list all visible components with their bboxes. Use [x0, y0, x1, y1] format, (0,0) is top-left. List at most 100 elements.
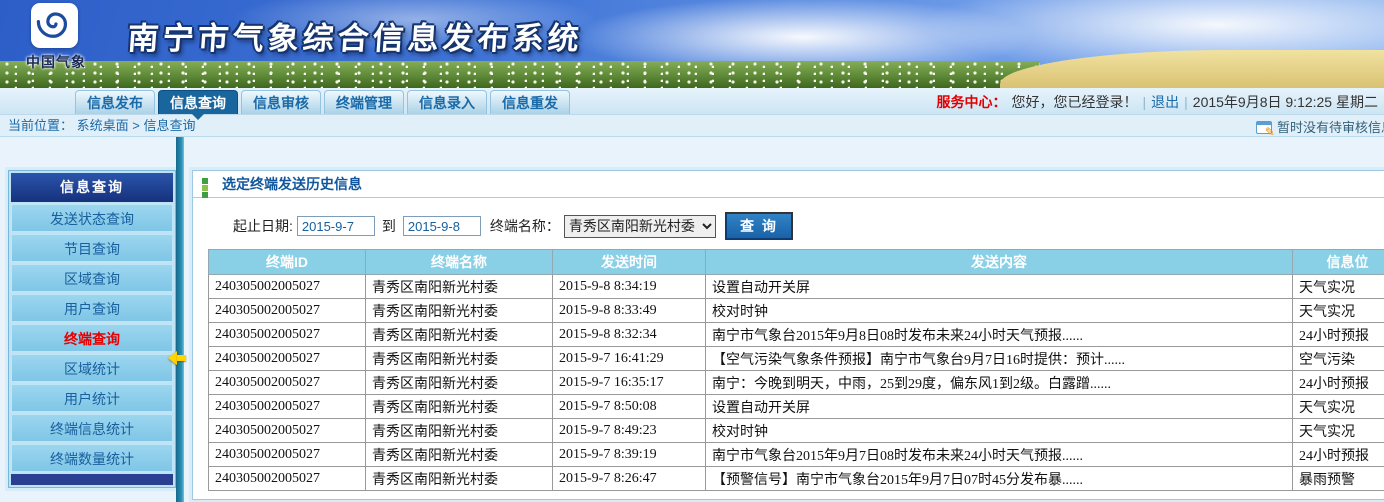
table-cell: 南宁市气象台2015年9月8日08时发布未来24小时天气预报......	[706, 323, 1293, 347]
table-cell: 2015-9-8 8:34:19	[553, 275, 706, 299]
arrow-stem	[177, 355, 186, 361]
query-button[interactable]: 查 询	[726, 213, 792, 239]
table-cell: 240305002005027	[209, 299, 366, 323]
table-cell: 2015-9-7 8:50:08	[553, 395, 706, 419]
query-form: 起止日期: 到 终端名称： 青秀区南阳新光村委 查 询	[233, 213, 1384, 239]
table-row: 240305002005027青秀区南阳新光村委2015-9-7 16:41:2…	[209, 347, 1384, 371]
table-cell: 青秀区南阳新光村委	[366, 299, 553, 323]
sidebar-footer	[11, 474, 173, 485]
table-cell: 240305002005027	[209, 323, 366, 347]
grass-decoration	[0, 61, 1040, 88]
terminal-select[interactable]: 青秀区南阳新光村委	[564, 215, 716, 238]
datetime-display: 2015年9月8日 9:12:25 星期二	[1193, 92, 1378, 112]
sidebar-item-send-status-query[interactable]: 发送状态查询	[11, 204, 173, 232]
sidebar-item-terminal-count-stats[interactable]: 终端数量统计	[11, 444, 173, 472]
table-cell: 天气实况	[1293, 299, 1384, 323]
table-cell: 南宁市气象台2015年9月7日08时发布未来24小时天气预报......	[706, 443, 1293, 467]
user-bar: 服务中心： 您好，您已经登录！ | 退出 | 2015年9月8日 9:12:25…	[937, 88, 1379, 115]
banner: 中国气象 南宁市气象综合信息发布系统	[0, 0, 1384, 88]
terminal-name-label: 终端名称：	[490, 216, 560, 236]
sidebar-item-region-query[interactable]: 区域查询	[11, 264, 173, 292]
table-cell: 天气实况	[1293, 275, 1384, 299]
table-cell: 2015-9-7 8:39:19	[553, 443, 706, 467]
grid-squares-icon	[202, 178, 215, 191]
history-table: 终端ID终端名称发送时间发送内容信息位 240305002005027青秀区南阳…	[208, 249, 1384, 491]
table-cell: 青秀区南阳新光村委	[366, 395, 553, 419]
table-cell: 南宁：今晚到明天，中雨，25到29度，偏东风1到2级。白露蹭......	[706, 371, 1293, 395]
nav-tab-info-publish[interactable]: 信息发布	[75, 90, 155, 114]
date-to-input[interactable]	[403, 216, 481, 236]
table-row: 240305002005027青秀区南阳新光村委2015-9-8 8:34:19…	[209, 275, 1384, 299]
table-cell: 240305002005027	[209, 443, 366, 467]
table-cell: 24小时预报	[1293, 323, 1384, 347]
nav-tab-info-resend[interactable]: 信息重发	[490, 90, 570, 114]
separator: |	[1184, 94, 1188, 110]
panel-title: 选定终端发送历史信息	[222, 174, 362, 194]
date-range-label: 起止日期:	[233, 216, 293, 236]
audit-notice-text: 暂时没有待审核信息	[1277, 117, 1384, 138]
table-cell: 2015-9-7 16:41:29	[553, 347, 706, 371]
table-cell: 校对时钟	[706, 299, 1293, 323]
sidebar-item-user-stats[interactable]: 用户统计	[11, 384, 173, 412]
table-cell: 【预警信号】南宁市气象台2015年9月7日07时45分发布暴......	[706, 467, 1293, 491]
tab-bar: 信息发布信息查询信息审核终端管理信息录入信息重发 服务中心： 您好，您已经登录！…	[0, 88, 1384, 115]
table-cell: 240305002005027	[209, 467, 366, 491]
table-cell: 青秀区南阳新光村委	[366, 347, 553, 371]
table-cell: 240305002005027	[209, 347, 366, 371]
sidebar-item-user-query[interactable]: 用户查询	[11, 294, 173, 322]
cma-spiral-icon	[36, 4, 74, 47]
nav-tab-info-entry[interactable]: 信息录入	[407, 90, 487, 114]
table-cell: 青秀区南阳新光村委	[366, 467, 553, 491]
col-header-1: 终端名称	[366, 250, 553, 275]
table-cell: 青秀区南阳新光村委	[366, 419, 553, 443]
table-cell: 空气污染	[1293, 347, 1384, 371]
table-cell: 天气实况	[1293, 419, 1384, 443]
sidebar-item-terminal-info-stats[interactable]: 终端信息统计	[11, 414, 173, 442]
nav-tab-info-query[interactable]: 信息查询	[158, 90, 238, 114]
audit-notice: ✎ 暂时没有待审核信息	[1256, 117, 1384, 138]
table-row: 240305002005027青秀区南阳新光村委2015-9-8 8:32:34…	[209, 323, 1384, 347]
breadcrumb-location-label: 当前位置：	[8, 118, 73, 133]
nav-tab-terminal-manage[interactable]: 终端管理	[324, 90, 404, 114]
nav-tab-info-audit[interactable]: 信息审核	[241, 90, 321, 114]
panel-title-bar: 选定终端发送历史信息	[193, 171, 1384, 198]
arrow-head	[168, 351, 177, 365]
table-cell: 青秀区南阳新光村委	[366, 275, 553, 299]
collapse-arrow-icon[interactable]	[168, 351, 188, 365]
note-pencil-icon: ✎	[1256, 121, 1272, 134]
table-row: 240305002005027青秀区南阳新光村委2015-9-8 8:33:49…	[209, 299, 1384, 323]
sidebar-collapse-divider[interactable]	[176, 137, 184, 502]
logout-link[interactable]: 退出	[1151, 92, 1179, 112]
col-header-2: 发送时间	[553, 250, 706, 275]
sidebar-item-program-query[interactable]: 节目查询	[11, 234, 173, 262]
logo-caption: 中国气象	[20, 52, 92, 72]
main-panel: 选定终端发送历史信息 起止日期: 到 终端名称： 青秀区南阳新光村委 查 询 终…	[192, 170, 1384, 500]
table-cell: 24小时预报	[1293, 443, 1384, 467]
separator: |	[1143, 94, 1147, 110]
col-header-0: 终端ID	[209, 250, 366, 275]
table-cell: 【空气污染气象条件预报】南宁市气象台9月7日16时提供：预计......	[706, 347, 1293, 371]
breadcrumb: 系统桌面 > 信息查询	[77, 118, 196, 133]
sidebar-item-region-stats[interactable]: 区域统计	[11, 354, 173, 382]
table-cell: 2015-9-7 8:26:47	[553, 467, 706, 491]
table-row: 240305002005027青秀区南阳新光村委2015-9-7 8:26:47…	[209, 467, 1384, 491]
sidebar-item-terminal-query[interactable]: 终端查询	[11, 324, 173, 352]
table-cell: 青秀区南阳新光村委	[366, 323, 553, 347]
table-cell: 240305002005027	[209, 395, 366, 419]
page-body: 信息查询 发送状态查询节目查询区域查询用户查询终端查询区域统计用户统计终端信息统…	[0, 137, 1384, 502]
sidebar-menu: 发送状态查询节目查询区域查询用户查询终端查询区域统计用户统计终端信息统计终端数量…	[11, 204, 173, 472]
table-cell: 2015-9-8 8:33:49	[553, 299, 706, 323]
table-cell: 2015-9-8 8:32:34	[553, 323, 706, 347]
table-header-row: 终端ID终端名称发送时间发送内容信息位	[209, 250, 1384, 275]
to-label: 到	[382, 216, 396, 236]
table-cell: 校对时钟	[706, 419, 1293, 443]
table-cell: 2015-9-7 16:35:17	[553, 371, 706, 395]
table-cell: 240305002005027	[209, 419, 366, 443]
table-row: 240305002005027青秀区南阳新光村委2015-9-7 8:39:19…	[209, 443, 1384, 467]
table-cell: 240305002005027	[209, 371, 366, 395]
table-row: 240305002005027青秀区南阳新光村委2015-9-7 16:35:1…	[209, 371, 1384, 395]
date-from-input[interactable]	[297, 216, 375, 236]
cma-logo	[31, 3, 78, 48]
site-title: 南宁市气象综合信息发布系统	[126, 13, 584, 58]
table-cell: 青秀区南阳新光村委	[366, 371, 553, 395]
